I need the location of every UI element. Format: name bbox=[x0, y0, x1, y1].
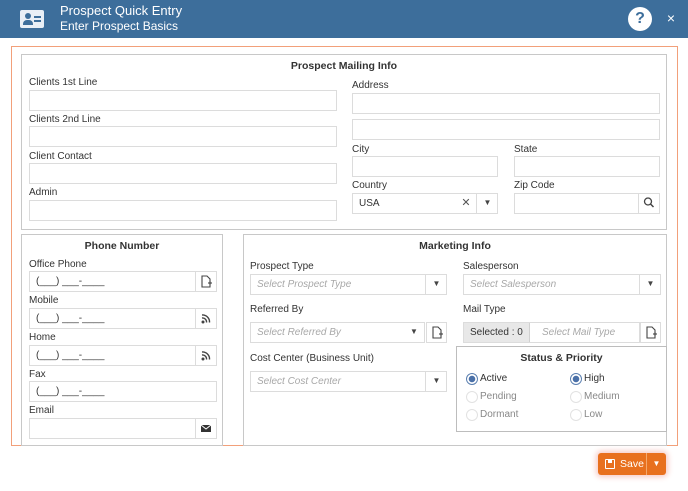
admin-input[interactable] bbox=[29, 200, 337, 221]
clients-2nd-line-input[interactable] bbox=[29, 126, 337, 147]
panel-title: Phone Number bbox=[84, 240, 160, 252]
mobile-value: (___) ___-____ bbox=[36, 313, 105, 324]
chevron-down-icon[interactable]: ▼ bbox=[425, 275, 446, 294]
referred-by-placeholder: Select Referred By bbox=[257, 327, 341, 338]
client-contact-input[interactable] bbox=[29, 163, 337, 184]
close-icon[interactable]: × bbox=[664, 10, 678, 26]
cost-center-placeholder: Select Cost Center bbox=[257, 376, 341, 387]
title-bar: Prospect Quick Entry Enter Prospect Basi… bbox=[0, 0, 688, 38]
office-phone-label: Office Phone bbox=[29, 259, 87, 270]
referred-by-select[interactable]: Select Referred By ▼ bbox=[250, 322, 425, 343]
salesperson-select[interactable]: Select Salesperson ▼ bbox=[463, 274, 661, 295]
admin-label: Admin bbox=[29, 187, 58, 198]
zip-code-label: Zip Code bbox=[514, 180, 555, 191]
mobile-label: Mobile bbox=[29, 295, 59, 306]
add-note-icon[interactable] bbox=[640, 322, 661, 343]
mail-icon[interactable] bbox=[195, 419, 216, 438]
mail-type-placeholder: Select Mail Type bbox=[542, 327, 616, 338]
prospect-type-placeholder: Select Prospect Type bbox=[257, 279, 352, 290]
clear-icon[interactable]: ✕ bbox=[459, 194, 473, 213]
contact-card-icon bbox=[20, 10, 44, 28]
state-input[interactable] bbox=[514, 156, 660, 177]
client-contact-label: Client Contact bbox=[29, 151, 92, 162]
dialog-subtitle: Enter Prospect Basics bbox=[60, 19, 179, 33]
home-input[interactable]: (___) ___-____ bbox=[29, 345, 217, 366]
fax-label: Fax bbox=[29, 369, 46, 380]
home-value: (___) ___-____ bbox=[36, 350, 105, 361]
office-phone-input[interactable]: (___) ___-____ bbox=[29, 271, 217, 292]
clients-1st-line-label: Clients 1st Line bbox=[29, 77, 98, 88]
office-phone-value: (___) ___-____ bbox=[36, 276, 105, 287]
mobile-input[interactable]: (___) ___-____ bbox=[29, 308, 217, 329]
clients-2nd-line-label: Clients 2nd Line bbox=[29, 114, 101, 125]
mail-type-label: Mail Type bbox=[463, 304, 506, 315]
country-label: Country bbox=[352, 180, 388, 191]
clients-1st-line-input[interactable] bbox=[29, 90, 337, 111]
country-value: USA bbox=[359, 198, 380, 209]
priority-radio-high[interactable]: High bbox=[570, 373, 605, 385]
cost-center-select[interactable]: Select Cost Center ▼ bbox=[250, 371, 447, 392]
home-label: Home bbox=[29, 332, 56, 343]
state-label: State bbox=[514, 144, 538, 155]
search-icon[interactable] bbox=[638, 194, 659, 213]
salesperson-placeholder: Select Salesperson bbox=[470, 279, 557, 290]
zip-code-input[interactable] bbox=[514, 193, 660, 214]
cost-center-label: Cost Center (Business Unit) bbox=[250, 353, 374, 364]
save-button[interactable]: Save bbox=[598, 453, 646, 475]
save-button-label: Save bbox=[620, 458, 644, 470]
panel-title: Status & Priority bbox=[520, 352, 603, 364]
panel-title: Prospect Mailing Info bbox=[290, 60, 398, 72]
add-note-icon[interactable] bbox=[195, 272, 216, 291]
status-radio-active[interactable]: Active bbox=[466, 373, 507, 385]
address-label: Address bbox=[352, 80, 389, 91]
referred-by-label: Referred By bbox=[250, 304, 304, 315]
status-priority-panel: Status & Priority Active Pending Dormant… bbox=[456, 346, 667, 432]
prospect-quick-entry-dialog: Prospect Quick Entry Enter Prospect Basi… bbox=[0, 0, 688, 491]
dialog-title: Prospect Quick Entry bbox=[60, 3, 183, 18]
mail-type-select[interactable]: Selected : 0 Select Mail Type bbox=[463, 322, 640, 343]
prospect-type-select[interactable]: Select Prospect Type ▼ bbox=[250, 274, 447, 295]
rss-icon[interactable] bbox=[195, 346, 216, 365]
save-icon bbox=[605, 459, 615, 469]
chevron-down-icon[interactable]: ▼ bbox=[476, 194, 497, 213]
status-radio-dormant[interactable]: Dormant bbox=[466, 409, 518, 421]
help-icon[interactable]: ? bbox=[628, 7, 652, 31]
chevron-down-icon[interactable]: ▼ bbox=[639, 275, 660, 294]
prospect-type-label: Prospect Type bbox=[250, 261, 314, 272]
status-radio-pending[interactable]: Pending bbox=[466, 391, 517, 403]
chevron-down-icon[interactable]: ▼ bbox=[403, 323, 424, 342]
rss-icon[interactable] bbox=[195, 309, 216, 328]
fax-input[interactable]: (___) ___-____ bbox=[29, 381, 217, 402]
phone-number-panel: Phone Number Office Phone (___) ___-____… bbox=[21, 234, 223, 446]
mail-type-selected-count: Selected : 0 bbox=[464, 323, 530, 342]
salesperson-label: Salesperson bbox=[463, 261, 519, 272]
city-input[interactable] bbox=[352, 156, 498, 177]
mailing-info-panel: Prospect Mailing Info Clients 1st Line C… bbox=[21, 54, 667, 230]
priority-radio-low[interactable]: Low bbox=[570, 409, 602, 421]
city-label: City bbox=[352, 144, 370, 155]
address-input-line-1[interactable] bbox=[352, 93, 660, 114]
panel-title: Marketing Info bbox=[419, 240, 491, 252]
save-button-group: Save ▼ bbox=[598, 453, 666, 475]
chevron-down-icon[interactable]: ▼ bbox=[425, 372, 446, 391]
country-select[interactable]: USA ✕ ▼ bbox=[352, 193, 498, 214]
priority-radio-medium[interactable]: Medium bbox=[570, 391, 620, 403]
email-input[interactable] bbox=[29, 418, 217, 439]
save-options-dropdown[interactable]: ▼ bbox=[646, 453, 666, 475]
add-note-icon[interactable] bbox=[426, 322, 447, 343]
address-input-line-2[interactable] bbox=[352, 119, 660, 140]
email-label: Email bbox=[29, 405, 55, 416]
